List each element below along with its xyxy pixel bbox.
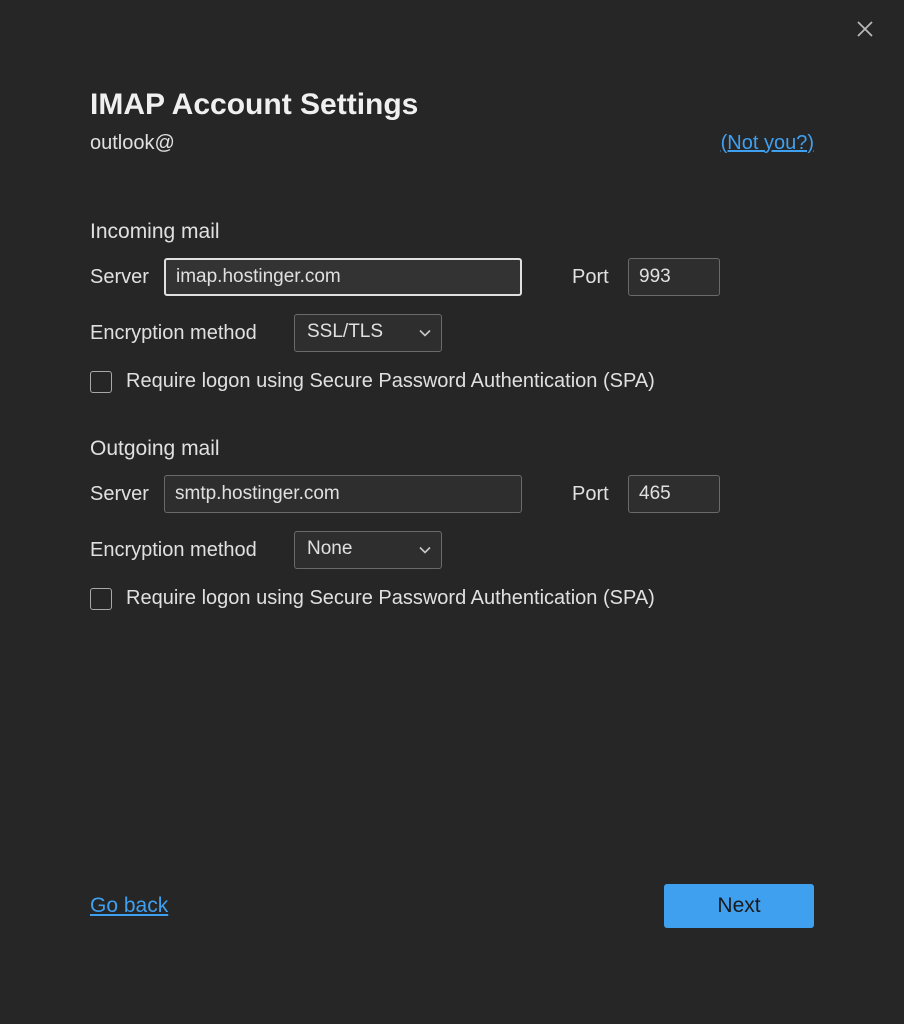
incoming-encryption-label: Encryption method (90, 322, 280, 345)
email-prefix: outlook@ (90, 132, 175, 155)
page-title: IMAP Account Settings (90, 88, 814, 122)
outgoing-server-label: Server (90, 483, 150, 506)
outgoing-port-input[interactable] (628, 475, 720, 513)
outgoing-section-title: Outgoing mail (90, 437, 814, 461)
not-you-link[interactable]: (Not you?) (721, 132, 814, 155)
incoming-port-input[interactable] (628, 258, 720, 296)
outgoing-spa-label[interactable]: Require logon using Secure Password Auth… (126, 587, 655, 610)
outgoing-encryption-select[interactable]: None (294, 531, 442, 569)
email-redacted (177, 130, 427, 156)
incoming-spa-label[interactable]: Require logon using Secure Password Auth… (126, 370, 655, 393)
outgoing-port-label: Port (572, 483, 614, 506)
close-icon[interactable] (854, 18, 876, 40)
account-email: outlook@ (90, 130, 427, 156)
next-button[interactable]: Next (664, 884, 814, 928)
incoming-encryption-select[interactable]: SSL/TLS (294, 314, 442, 352)
outgoing-encryption-label: Encryption method (90, 539, 280, 562)
incoming-spa-checkbox[interactable] (90, 371, 112, 393)
incoming-server-input[interactable] (164, 258, 522, 296)
incoming-server-label: Server (90, 266, 150, 289)
incoming-section-title: Incoming mail (90, 220, 814, 244)
go-back-link[interactable]: Go back (90, 894, 168, 918)
outgoing-server-input[interactable] (164, 475, 522, 513)
incoming-port-label: Port (572, 266, 614, 289)
outgoing-spa-checkbox[interactable] (90, 588, 112, 610)
